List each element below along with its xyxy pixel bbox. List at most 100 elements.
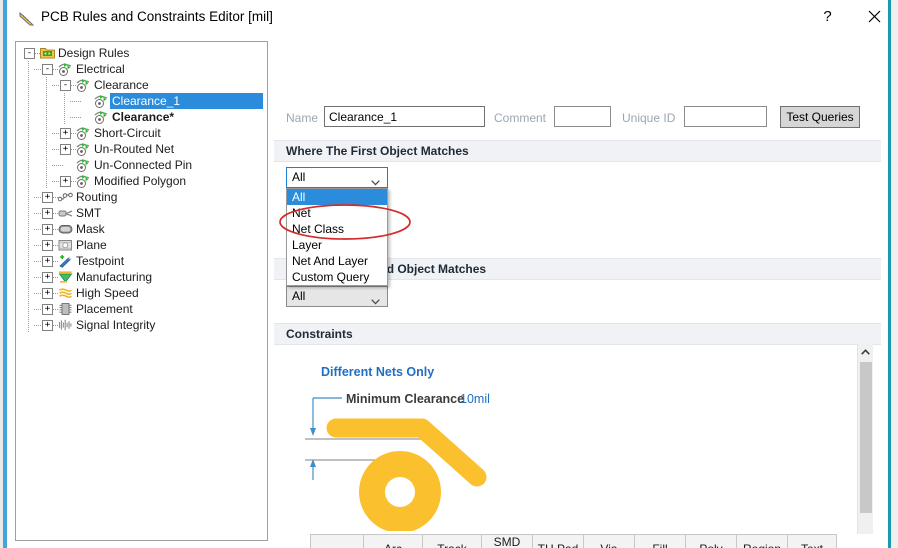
tree-item-label: Clearance_1	[112, 94, 181, 108]
constraints-preview: Different Nets Only Minimum Clearance 10…	[274, 346, 881, 531]
tree-item-label: Placement	[76, 302, 133, 316]
second-object-scope-value: All	[292, 289, 306, 303]
routing-icon	[57, 190, 73, 204]
tree-item-mask[interactable]: + Mask	[16, 221, 267, 237]
rule-icon	[94, 110, 109, 124]
tree-item-electrical[interactable]: - Electrical	[16, 61, 267, 77]
first-object-scope-dropdown[interactable]: All Net Net Class Layer Net And Layer Custom …	[286, 188, 388, 286]
tree-item-label: Design Rules	[58, 46, 130, 60]
tree-item-plane[interactable]: + Plane	[16, 237, 267, 253]
tree-item-clearance-1[interactable]: Clearance_1	[16, 93, 267, 109]
dropdown-option-net[interactable]: Net	[287, 205, 387, 221]
tree-expander-expand[interactable]: +	[42, 320, 53, 331]
rule-icon	[76, 78, 91, 92]
test-queries-button[interactable]: Test Queries	[780, 106, 860, 128]
tree-expander-expand[interactable]: +	[42, 224, 53, 235]
tree-item-manufacturing[interactable]: + Manufacturing	[16, 269, 267, 285]
constraints-section-header: Constraints	[274, 323, 881, 345]
second-object-scope-combo[interactable]: All	[286, 286, 388, 307]
tree-expander-expand[interactable]: +	[42, 240, 53, 251]
tree-item-label: Un-Routed Net	[94, 142, 175, 156]
tree-item-placement[interactable]: + Placement	[16, 301, 267, 317]
chevron-down-icon	[371, 175, 380, 186]
tree-item-routing[interactable]: + Routing	[16, 189, 267, 205]
close-button[interactable]	[852, 0, 897, 32]
signal-integrity-icon	[58, 318, 73, 332]
tree-item-un-routed-net[interactable]: + Un-Routed Net	[16, 141, 267, 157]
tree-item-label: Modified Polygon	[94, 174, 187, 188]
unique-id-input[interactable]	[684, 106, 767, 127]
matrix-col-header[interactable]: SMD Pad	[481, 534, 533, 548]
tree-expander-expand[interactable]: +	[42, 272, 53, 283]
name-input[interactable]: Clearance_1	[324, 106, 485, 127]
unique-id-label: Unique ID	[622, 111, 676, 125]
dropdown-option-all[interactable]: All	[287, 189, 387, 205]
window-right-padding	[891, 0, 898, 548]
tree-expander-expand[interactable]: +	[60, 144, 71, 155]
high-speed-icon	[58, 286, 73, 300]
tree-expander-expand[interactable]: +	[42, 192, 53, 203]
tree-item-label: Clearance	[94, 78, 149, 92]
tree-expander-collapse[interactable]: -	[60, 80, 71, 91]
tree-expander-expand[interactable]: +	[42, 304, 53, 315]
tree-expander-expand[interactable]: +	[42, 256, 53, 267]
tree-item-label: Un-Connected Pin	[94, 158, 193, 172]
tree-item-testpoint[interactable]: + Testpoint	[16, 253, 267, 269]
comment-input[interactable]	[554, 106, 611, 127]
manufacturing-icon	[58, 270, 73, 284]
tree-expander-expand[interactable]: +	[42, 288, 53, 299]
first-object-section-title: Where The First Object Matches	[286, 144, 469, 158]
tree-expander-expand[interactable]: +	[42, 208, 53, 219]
help-icon: ?	[823, 7, 832, 25]
matrix-col-header[interactable]: Arc	[363, 534, 423, 548]
matrix-col-header[interactable]: Fill	[634, 534, 686, 548]
clearance-matrix-wrapper[interactable]: ArcTrackSMD PadTH PadViaFillPolyRegionTe…	[310, 534, 857, 548]
matrix-col-header[interactable]: Region	[736, 534, 788, 548]
plane-icon	[58, 238, 73, 252]
dropdown-option-custom-query[interactable]: Custom Query	[287, 269, 387, 285]
tree-item-clearance[interactable]: - Clearance	[16, 77, 267, 93]
tree-item-label: Manufacturing	[76, 270, 153, 284]
chevron-up-icon[interactable]	[858, 344, 873, 360]
matrix-col-header[interactable]: Track	[422, 534, 482, 548]
first-object-scope-combo[interactable]: All	[286, 167, 388, 188]
rule-icon	[58, 62, 73, 76]
tree-item-design-rules[interactable]: - Design Rules	[16, 45, 267, 61]
tree-expander-expand[interactable]: +	[60, 128, 71, 139]
mask-icon	[58, 222, 73, 236]
tree-item-modified-polygon[interactable]: + Modified Polygon	[16, 173, 267, 189]
tree-item-label: High Speed	[76, 286, 139, 300]
help-button[interactable]: ?	[805, 0, 850, 32]
tree-item-high-speed[interactable]: + High Speed	[16, 285, 267, 301]
matrix-col-header[interactable]: Poly	[685, 534, 737, 548]
tree-expander-collapse[interactable]: -	[24, 48, 35, 59]
matrix-col-header[interactable]: Text	[787, 534, 837, 548]
dropdown-option-net-class[interactable]: Net Class	[287, 221, 387, 237]
tree-item-short-circuit[interactable]: + Short-Circuit	[16, 125, 267, 141]
design-rules-folder-icon	[40, 46, 55, 60]
matrix-col-header[interactable]	[310, 534, 364, 548]
matrix-col-header[interactable]: TH Pad	[532, 534, 584, 548]
rule-icon	[76, 142, 91, 156]
window-left-accent-border	[3, 0, 7, 548]
tree-item-label: Routing	[76, 190, 118, 204]
tree-expander-expand[interactable]: +	[60, 176, 71, 187]
design-rules-tree-panel[interactable]: - Design Rules - Electrical - Clearance Cleara…	[15, 41, 268, 541]
chevron-down-icon	[371, 294, 380, 305]
tree-item-signal-integrity[interactable]: + Signal Integrity	[16, 317, 267, 333]
design-rules-tree[interactable]: - Design Rules - Electrical - Clearance Cleara…	[16, 45, 267, 333]
tree-item-smt[interactable]: + SMT	[16, 205, 267, 221]
tree-item-label: Plane	[76, 238, 107, 252]
clearance-matrix-table[interactable]: ArcTrackSMD PadTH PadViaFillPolyRegionTe…	[310, 534, 837, 548]
tree-expander-collapse[interactable]: -	[42, 64, 53, 75]
constraints-vertical-scrollbar[interactable]	[857, 344, 873, 534]
tree-item-label: Clearance*	[112, 110, 175, 124]
tree-item-clearance[interactable]: Clearance*	[16, 109, 267, 125]
dropdown-option-layer[interactable]: Layer	[287, 237, 387, 253]
scrollbar-thumb[interactable]	[860, 362, 872, 513]
dropdown-option-net-and-layer[interactable]: Net And Layer	[287, 253, 387, 269]
tree-item-label: Electrical	[76, 62, 125, 76]
tree-item-un-connected-pin[interactable]: Un-Connected Pin	[16, 157, 267, 173]
matrix-col-header[interactable]: Via	[583, 534, 635, 548]
first-object-section-header: Where The First Object Matches	[274, 140, 881, 162]
